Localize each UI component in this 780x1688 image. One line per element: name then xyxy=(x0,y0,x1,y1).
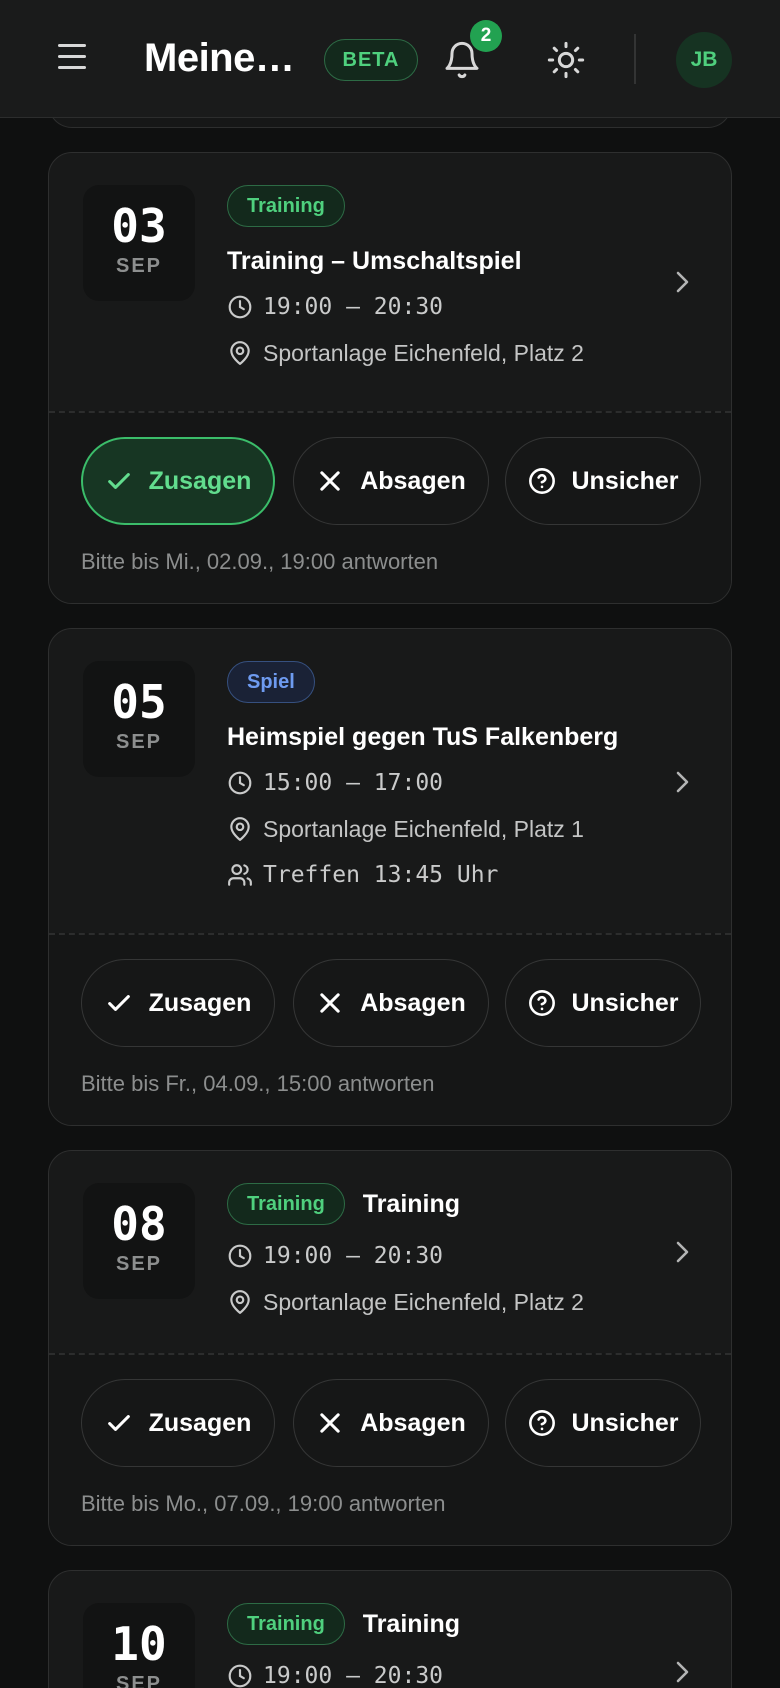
event-time: 19:00 – 20:30 xyxy=(263,1663,444,1688)
question-circle-icon xyxy=(528,468,555,494)
check-icon xyxy=(107,473,130,489)
decline-button[interactable]: Absagen xyxy=(293,959,489,1047)
menu-icon[interactable] xyxy=(58,44,94,74)
chevron-right-icon[interactable] xyxy=(671,1657,693,1687)
clock-icon xyxy=(228,1244,252,1268)
chevron-right-icon[interactable] xyxy=(671,267,693,297)
accept-label: Zusagen xyxy=(148,466,252,495)
question-circle-icon xyxy=(528,1410,555,1436)
event-card: 08 SEP Training Training 19:00 – 20:30 S… xyxy=(48,1150,732,1546)
accept-button[interactable]: Zusagen xyxy=(81,959,275,1047)
date-month: SEP xyxy=(115,255,163,277)
decline-button[interactable]: Absagen xyxy=(293,1379,489,1467)
event-title: Heimspiel gegen TuS Falkenberg xyxy=(227,723,619,751)
unsure-label: Unsicher xyxy=(571,466,679,495)
event-card: 10 SEP Training Training 19:00 – 20:30 xyxy=(48,1570,732,1688)
date-box: 08 SEP xyxy=(83,1183,195,1299)
date-month: SEP xyxy=(115,1673,163,1688)
x-icon xyxy=(320,471,340,491)
unsure-label: Unsicher xyxy=(571,988,679,1017)
notification-count-badge: 2 xyxy=(470,20,502,52)
map-pin-icon xyxy=(230,341,250,365)
map-pin-icon xyxy=(230,817,250,841)
event-location: Sportanlage Eichenfeld, Platz 2 xyxy=(263,339,584,366)
x-icon xyxy=(320,993,340,1013)
clock-icon xyxy=(228,771,252,795)
date-day: 05 xyxy=(111,675,167,729)
page-title: Meine… xyxy=(144,36,295,80)
date-month: SEP xyxy=(115,1253,163,1275)
date-box: 03 SEP xyxy=(83,185,195,301)
question-circle-icon xyxy=(528,990,555,1016)
chevron-right-icon[interactable] xyxy=(671,1237,693,1267)
unsure-button[interactable]: Unsicher xyxy=(505,959,701,1047)
chevron-right-icon[interactable] xyxy=(671,767,693,797)
event-type-tag: Training xyxy=(227,1603,345,1645)
event-location: Sportanlage Eichenfeld, Platz 2 xyxy=(263,1288,584,1315)
beta-badge: BETA xyxy=(324,39,418,81)
response-deadline: Bitte bis Mo., 07.09., 19:00 antworten xyxy=(81,1491,446,1516)
event-time: 15:00 – 17:00 xyxy=(263,770,444,796)
check-icon xyxy=(107,1415,130,1431)
rsvp-section: Zusagen Absagen Unsicher Bitte bis Mo., … xyxy=(49,1353,731,1545)
event-card-details[interactable]: 03 SEP Training Training – Umschaltspiel… xyxy=(49,153,731,411)
decline-label: Absagen xyxy=(360,1408,466,1437)
decline-label: Absagen xyxy=(360,466,466,495)
date-day: 10 xyxy=(111,1617,167,1671)
event-card: 05 SEP Spiel Heimspiel gegen TuS Falkenb… xyxy=(48,628,732,1126)
response-deadline: Bitte bis Fr., 04.09., 15:00 antworten xyxy=(81,1071,435,1096)
accept-button[interactable]: Zusagen xyxy=(81,437,275,525)
event-card: 03 SEP Training Training – Umschaltspiel… xyxy=(48,152,732,604)
users-icon xyxy=(228,864,252,886)
event-card-details[interactable]: 10 SEP Training Training 19:00 – 20:30 xyxy=(49,1571,731,1688)
event-type-tag: Training xyxy=(227,185,345,227)
accept-button[interactable]: Zusagen xyxy=(81,1379,275,1467)
event-type-tag: Training xyxy=(227,1183,345,1225)
unsure-button[interactable]: Unsicher xyxy=(505,1379,701,1467)
app-header: Meine… BETA 2 JB xyxy=(0,0,780,118)
date-day: 08 xyxy=(111,1197,167,1251)
rsvp-section: Zusagen Absagen Unsicher Bitte bis Fr., … xyxy=(49,933,731,1125)
unsure-button[interactable]: Unsicher xyxy=(505,437,701,525)
event-type-tag: Spiel xyxy=(227,661,315,703)
rsvp-section: Zusagen Absagen Unsicher Bitte bis Mi., … xyxy=(49,411,731,603)
event-title: Training xyxy=(362,1189,461,1218)
date-month: SEP xyxy=(115,731,163,753)
accept-label: Zusagen xyxy=(148,988,252,1017)
event-title: Training – Umschaltspiel xyxy=(227,247,522,275)
decline-button[interactable]: Absagen xyxy=(293,437,489,525)
date-day: 03 xyxy=(111,199,167,253)
decline-label: Absagen xyxy=(360,988,466,1017)
clock-icon xyxy=(228,1664,252,1688)
date-box: 05 SEP xyxy=(83,661,195,777)
event-time: 19:00 – 20:30 xyxy=(263,294,444,320)
clock-icon xyxy=(228,295,252,319)
event-location: Sportanlage Eichenfeld, Platz 1 xyxy=(263,815,584,842)
unsure-label: Unsicher xyxy=(571,1408,679,1437)
meeting-time: Treffen 13:45 Uhr xyxy=(263,862,499,888)
sun-icon[interactable] xyxy=(546,40,586,80)
header-divider xyxy=(634,34,636,84)
event-time: 19:00 – 20:30 xyxy=(263,1243,444,1269)
avatar[interactable]: JB xyxy=(676,32,732,88)
x-icon xyxy=(320,1413,340,1433)
map-pin-icon xyxy=(230,1290,250,1314)
accept-label: Zusagen xyxy=(148,1408,252,1437)
date-box: 10 SEP xyxy=(83,1603,195,1688)
check-icon xyxy=(107,995,130,1011)
response-deadline: Bitte bis Mi., 02.09., 19:00 antworten xyxy=(81,549,439,574)
event-title: Training xyxy=(362,1609,461,1638)
event-card-details[interactable]: 05 SEP Spiel Heimspiel gegen TuS Falkenb… xyxy=(49,629,731,933)
event-card-details[interactable]: 08 SEP Training Training 19:00 – 20:30 S… xyxy=(49,1151,731,1353)
